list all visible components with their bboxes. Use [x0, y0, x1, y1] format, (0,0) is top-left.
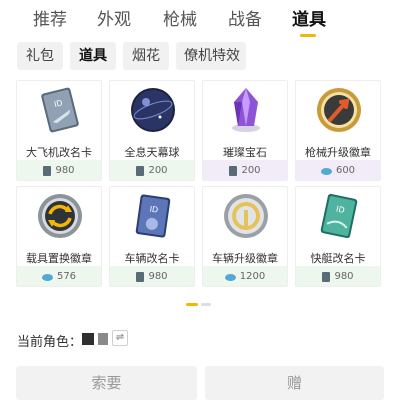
item-card[interactable]: ID 快艇改名卡 980 [295, 186, 381, 287]
pager-dot-active[interactable] [186, 303, 198, 306]
item-card[interactable]: 全息天幕球 200 [109, 80, 195, 181]
subtab-items[interactable]: 道具 [70, 42, 116, 70]
item-card[interactable]: 载具置换徽章 576 [16, 186, 102, 287]
category-tabs: 推荐 外观 枪械 战备 道具 [0, 0, 400, 40]
item-price: 980 [296, 266, 380, 286]
gem-crystal-icon [232, 88, 260, 132]
rename-card-icon: ID [41, 87, 79, 133]
card-currency-icon [136, 272, 145, 282]
card-currency-icon [136, 166, 145, 176]
item-price: 980 [110, 266, 194, 286]
subtab-gift-pack[interactable]: 礼包 [17, 42, 63, 70]
item-price: 576 [17, 266, 101, 286]
item-name: 全息天幕球 [124, 146, 180, 159]
item-price: 200 [203, 160, 287, 180]
card-currency-icon [43, 166, 52, 176]
tab-appearance[interactable]: 外观 [97, 9, 131, 31]
subtab-wingman-effects[interactable]: 僚机特效 [176, 42, 246, 70]
role-name-masked [82, 333, 94, 345]
tab-items[interactable]: 道具 [292, 9, 326, 31]
gem-currency-icon [320, 167, 332, 175]
card-currency-icon [229, 166, 238, 176]
current-role-label: 当前角色： [17, 335, 83, 350]
role-name-masked [98, 333, 108, 345]
swap-icon: ⇌ [115, 332, 125, 343]
item-name: 璀璨宝石 [223, 146, 267, 159]
pager-dot[interactable] [201, 303, 211, 306]
tab-recommend[interactable]: 推荐 [33, 9, 67, 31]
item-price: 200 [110, 160, 194, 180]
item-name: 车辆升级徽章 [212, 252, 278, 265]
weapon-upgrade-badge-icon [317, 88, 361, 132]
item-card[interactable]: ID 车辆改名卡 980 [109, 186, 195, 287]
item-name: 枪械升级徽章 [305, 146, 371, 159]
item-price: 600 [296, 160, 380, 180]
swap-role-button[interactable]: ⇌ [112, 330, 128, 346]
rename-card-icon: ID [135, 194, 171, 238]
gem-currency-icon [224, 273, 236, 281]
tab-firearms[interactable]: 枪械 [163, 9, 197, 31]
vehicle-swap-badge-icon [38, 194, 82, 238]
gem-currency-icon [41, 273, 53, 281]
request-button[interactable]: 索要 [16, 366, 197, 400]
item-name: 快艇改名卡 [310, 252, 366, 265]
tab-equipment[interactable]: 战备 [228, 9, 262, 31]
item-price: 1200 [203, 266, 287, 286]
item-name: 车辆改名卡 [124, 252, 180, 265]
item-name: 大飞机改名卡 [26, 146, 92, 159]
active-tab-indicator [300, 34, 316, 37]
hologram-sphere-icon [131, 88, 175, 132]
item-card[interactable]: 车辆升级徽章 1200 [202, 186, 288, 287]
item-card[interactable]: ID 大飞机改名卡 980 [16, 80, 102, 181]
svg-text:ID: ID [149, 205, 159, 215]
item-card[interactable]: 枪械升级徽章 600 [295, 80, 381, 181]
item-card[interactable]: 璀璨宝石 200 [202, 80, 288, 181]
item-name: 载具置换徽章 [26, 252, 92, 265]
gift-button[interactable]: 赠 [205, 366, 384, 400]
vehicle-upgrade-badge-icon [224, 194, 268, 238]
card-currency-icon [322, 272, 331, 282]
subtab-fireworks[interactable]: 烟花 [123, 42, 169, 70]
rename-card-icon: ID [320, 193, 358, 239]
item-price: 980 [17, 160, 101, 180]
